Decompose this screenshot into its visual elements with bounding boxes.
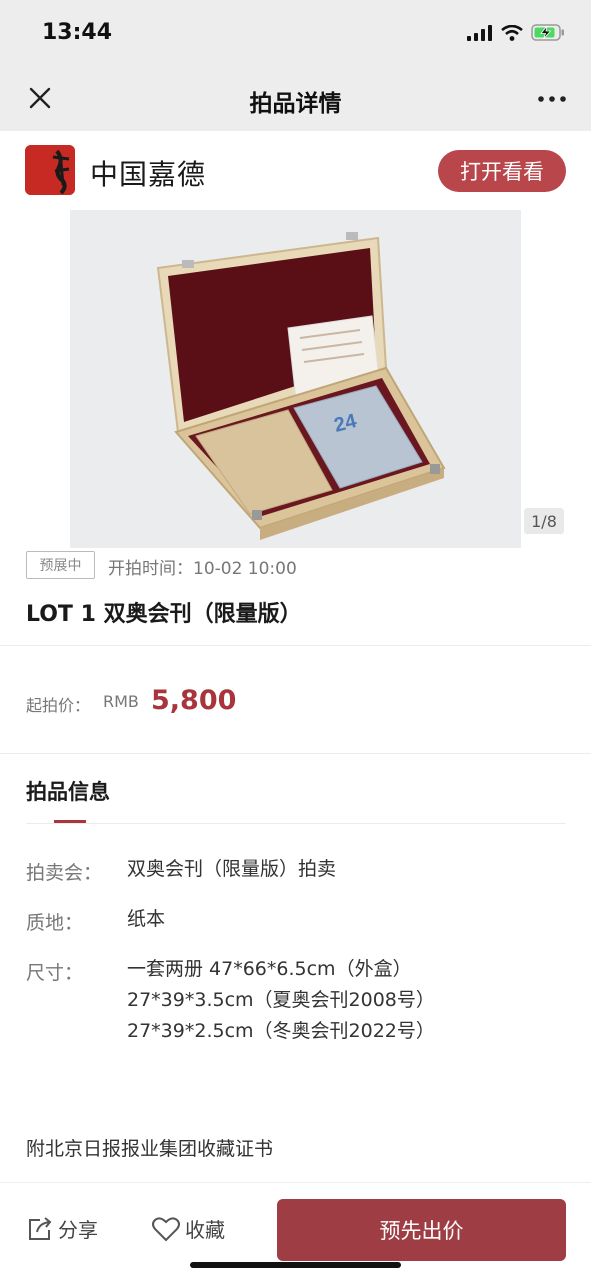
lot-photo-illustration: 24 (70, 210, 521, 548)
share-icon (29, 1216, 52, 1240)
material-key: 质地： (26, 912, 84, 934)
share-label: 分享 (58, 1218, 98, 1242)
pre-bid-button[interactable]: 预先出价 (277, 1199, 566, 1261)
auction-key: 拍卖会： (26, 862, 103, 884)
certificate-note: 附北京日报报业集团收藏证书 (26, 1138, 274, 1160)
favorite-button[interactable]: 收藏 (151, 1214, 225, 1243)
section-title: 拍品信息 (26, 780, 110, 804)
size-key: 尺寸： (26, 962, 84, 984)
home-indicator (190, 1262, 401, 1268)
top-bar: 13:44 拍品详情 (0, 0, 591, 131)
material-value: 纸本 (127, 908, 166, 930)
size-value: 一套两册 47*66*6.5cm（外盒） 27*39*3.5cm（夏奥会刊200… (127, 954, 435, 1047)
section-divider (26, 823, 566, 824)
signal-icon (467, 24, 492, 41)
brand-name[interactable]: 中国嘉德 (90, 153, 206, 193)
size-line: 27*39*3.5cm（夏奥会刊2008号） (127, 989, 435, 1011)
lot-image[interactable]: 24 (70, 210, 521, 548)
lot-title: LOT 1 双奥会刊（限量版） (26, 602, 302, 627)
size-line: 27*39*2.5cm（冬奥会刊2022号） (127, 1020, 435, 1042)
size-line: 一套两册 47*66*6.5cm（外盒） (127, 958, 412, 980)
battery-charging-icon (531, 24, 564, 41)
share-button[interactable]: 分享 (26, 1214, 98, 1243)
heart-icon (152, 1216, 180, 1241)
favorite-label: 收藏 (185, 1218, 225, 1242)
starting-price: 5,800 (151, 685, 237, 716)
section-underline (54, 820, 86, 823)
start-time: 开拍时间：10-02 10:00 (108, 559, 297, 579)
image-counter: 1/8 (524, 508, 564, 534)
status-time: 13:44 (42, 20, 113, 45)
divider (0, 753, 591, 754)
brand-logo[interactable] (25, 145, 75, 195)
calligraphy-logo-icon (25, 145, 75, 195)
status-badge: 预展中 (26, 551, 95, 579)
open-app-button[interactable]: 打开看看 (438, 150, 566, 192)
wifi-icon (501, 24, 523, 41)
page-title: 拍品详情 (249, 91, 342, 117)
more-icon[interactable] (537, 92, 567, 106)
auction-value: 双奥会刊（限量版）拍卖 (127, 858, 337, 880)
price-label: 起拍价： (26, 696, 91, 715)
status-icons (467, 24, 565, 41)
divider (0, 645, 591, 646)
price-currency: RMB (103, 692, 139, 711)
